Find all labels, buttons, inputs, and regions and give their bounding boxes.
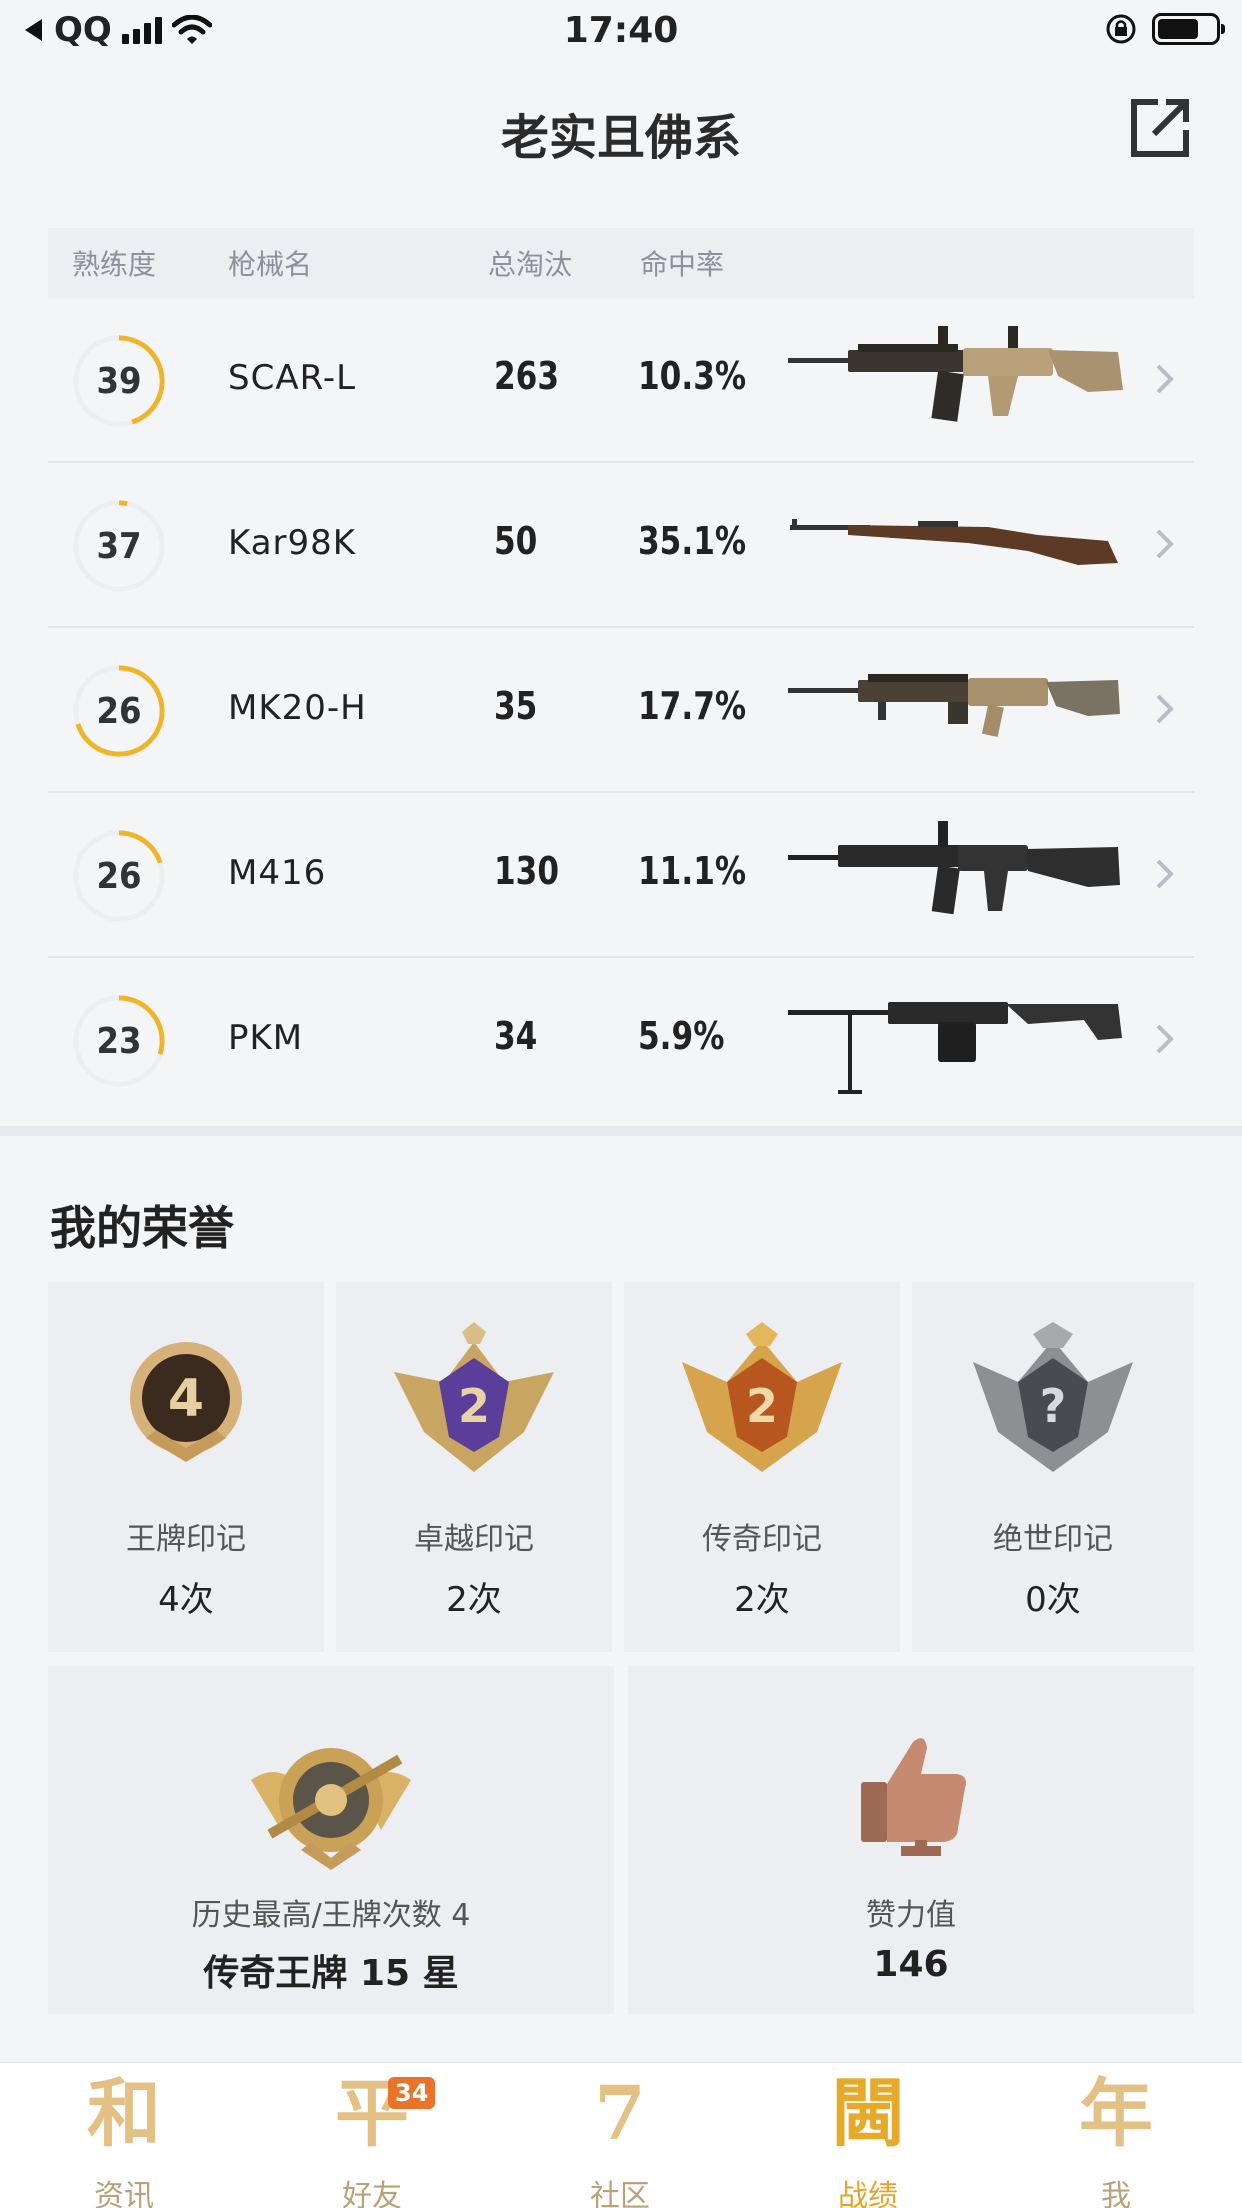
- weapon-kills: 34: [494, 1014, 538, 1058]
- m416-image: [788, 821, 1120, 915]
- community-tab-icon: 7: [594, 2071, 646, 2157]
- share-icon[interactable]: [1128, 96, 1192, 160]
- records-tab-icon: 閪: [831, 2071, 905, 2157]
- peerless-mark-emblem: ?: [973, 1322, 1133, 1472]
- mastery-level: 26: [96, 690, 142, 732]
- weapon-row[interactable]: 26 MK20-H 35 17.7%: [48, 628, 1194, 793]
- tab-label: 我: [1101, 2179, 1131, 2208]
- tab-me[interactable]: 年 我: [992, 2063, 1240, 2208]
- honor-value: 2次: [734, 1580, 790, 1620]
- likes-value: 146: [873, 1944, 949, 1985]
- tab-label: 战绩: [838, 2179, 898, 2208]
- mastery-level: 39: [96, 360, 142, 402]
- weapon-row[interactable]: 23 PKM 34 5.9%: [48, 958, 1194, 1123]
- weapon-accuracy: 17.7%: [638, 684, 747, 728]
- weapon-accuracy: 35.1%: [638, 519, 747, 563]
- weapon-row[interactable]: 37 Kar98K 50 35.1%: [48, 463, 1194, 628]
- chevron-right-icon: [1156, 694, 1174, 724]
- page-header: 老实且佛系: [0, 62, 1242, 192]
- emblem-number: 2: [746, 1379, 778, 1433]
- honor-card-legend[interactable]: 2 传奇印记 2次: [624, 1282, 900, 1652]
- scar-l-image: [788, 326, 1123, 422]
- mk20-h-image: [788, 674, 1120, 738]
- tab-friends[interactable]: 平 34 好友: [248, 2063, 496, 2208]
- weapon-accuracy: 11.1%: [638, 849, 747, 893]
- status-bar: QQ 17:40: [0, 0, 1242, 62]
- weapon-name: M416: [228, 853, 327, 893]
- weapon-kills: 50: [494, 519, 538, 563]
- ace-rank-emblem: [251, 1748, 411, 1870]
- pkm-image: [788, 1002, 1122, 1094]
- honor-card-history[interactable]: 历史最高/王牌次数 4 传奇王牌 15 星: [48, 1666, 614, 2014]
- page-title: 老实且佛系: [500, 110, 741, 166]
- tab-label: 社区: [590, 2179, 650, 2208]
- honor-card-ace[interactable]: 4 王牌印记 4次: [48, 1282, 324, 1652]
- honor-label: 王牌印记: [126, 1522, 246, 1557]
- honor-card-peerless[interactable]: ? 绝世印记 0次: [912, 1282, 1194, 1652]
- tab-community[interactable]: 7 社区: [496, 2063, 744, 2208]
- mastery-level: 37: [96, 525, 142, 567]
- honor-card-excellent[interactable]: 2 卓越印记 2次: [336, 1282, 612, 1652]
- weapon-row[interactable]: 39 SCAR-L 263 10.3%: [48, 298, 1194, 463]
- status-time: 17:40: [563, 10, 679, 51]
- weapon-name: Kar98K: [228, 523, 357, 563]
- weapon-kills: 263: [494, 354, 560, 398]
- tab-bar: 和 资讯 平 34 好友 7 社区 閪 战绩 年 我: [0, 2062, 1242, 2208]
- weapon-row[interactable]: 26 M416 130 11.1%: [48, 793, 1194, 958]
- honor-label: 卓越印记: [414, 1522, 534, 1557]
- chevron-right-icon: [1156, 859, 1174, 889]
- weapon-name: SCAR-L: [228, 358, 357, 398]
- tab-records[interactable]: 閪 战绩: [744, 2063, 992, 2208]
- history-label: 历史最高/王牌次数 4: [191, 1898, 471, 1933]
- weapon-kills: 130: [494, 849, 560, 893]
- status-right: [1104, 12, 1225, 46]
- col-accuracy: 命中率: [640, 248, 725, 281]
- history-value: 传奇王牌 15 星: [203, 1953, 459, 1994]
- friends-count-badge: 34: [388, 2077, 436, 2109]
- honor-section-title: 我的荣誉: [50, 1201, 234, 1255]
- weapon-table-header: 熟练度 枪械名 总淘汰 命中率: [48, 228, 1194, 298]
- honor-card-likes[interactable]: 赞力值 146: [628, 1666, 1194, 2014]
- tab-label: 好友: [342, 2179, 402, 2208]
- chevron-right-icon: [1156, 529, 1174, 559]
- emblem-number: 2: [458, 1379, 490, 1433]
- honor-label: 传奇印记: [702, 1522, 822, 1557]
- weapon-accuracy: 5.9%: [638, 1014, 725, 1058]
- weapon-name: MK20-H: [228, 688, 367, 728]
- weapon-table: 熟练度 枪械名 总淘汰 命中率 39 SCAR-L 263 10.3% 37 K…: [48, 228, 1194, 1123]
- battery-icon: [1152, 13, 1225, 45]
- honor-value: 0次: [1025, 1580, 1081, 1620]
- tab-news[interactable]: 和 资讯: [0, 2063, 248, 2208]
- news-tab-icon: 和: [87, 2071, 161, 2157]
- emblem-number: ?: [1040, 1379, 1067, 1433]
- rotation-lock-icon: [1106, 14, 1136, 44]
- mastery-level: 23: [96, 1020, 142, 1062]
- col-mastery: 熟练度: [72, 248, 157, 281]
- legend-mark-emblem: 2: [682, 1322, 842, 1472]
- excellent-mark-emblem: 2: [394, 1322, 554, 1472]
- me-tab-icon: 年: [1079, 2071, 1153, 2157]
- likes-label: 赞力值: [866, 1898, 956, 1933]
- weapon-kills: 35: [494, 684, 538, 728]
- chevron-right-icon: [1156, 364, 1174, 394]
- thumbs-up-icon: [861, 1738, 966, 1856]
- weapon-accuracy: 10.3%: [638, 354, 747, 398]
- emblem-number: 4: [168, 1369, 204, 1429]
- chevron-right-icon: [1156, 1024, 1174, 1054]
- mastery-level: 26: [96, 855, 142, 897]
- tab-label: 资讯: [94, 2179, 154, 2208]
- col-kills: 总淘汰: [488, 248, 573, 281]
- col-name: 枪械名: [228, 248, 313, 281]
- ace-mark-emblem: 4: [130, 1342, 242, 1462]
- section-divider: [0, 1126, 1242, 1136]
- honor-value: 4次: [158, 1580, 214, 1620]
- honor-value: 2次: [446, 1580, 502, 1620]
- kar98k-image: [790, 519, 1118, 565]
- weapon-name: PKM: [228, 1018, 304, 1058]
- honor-label: 绝世印记: [993, 1522, 1113, 1557]
